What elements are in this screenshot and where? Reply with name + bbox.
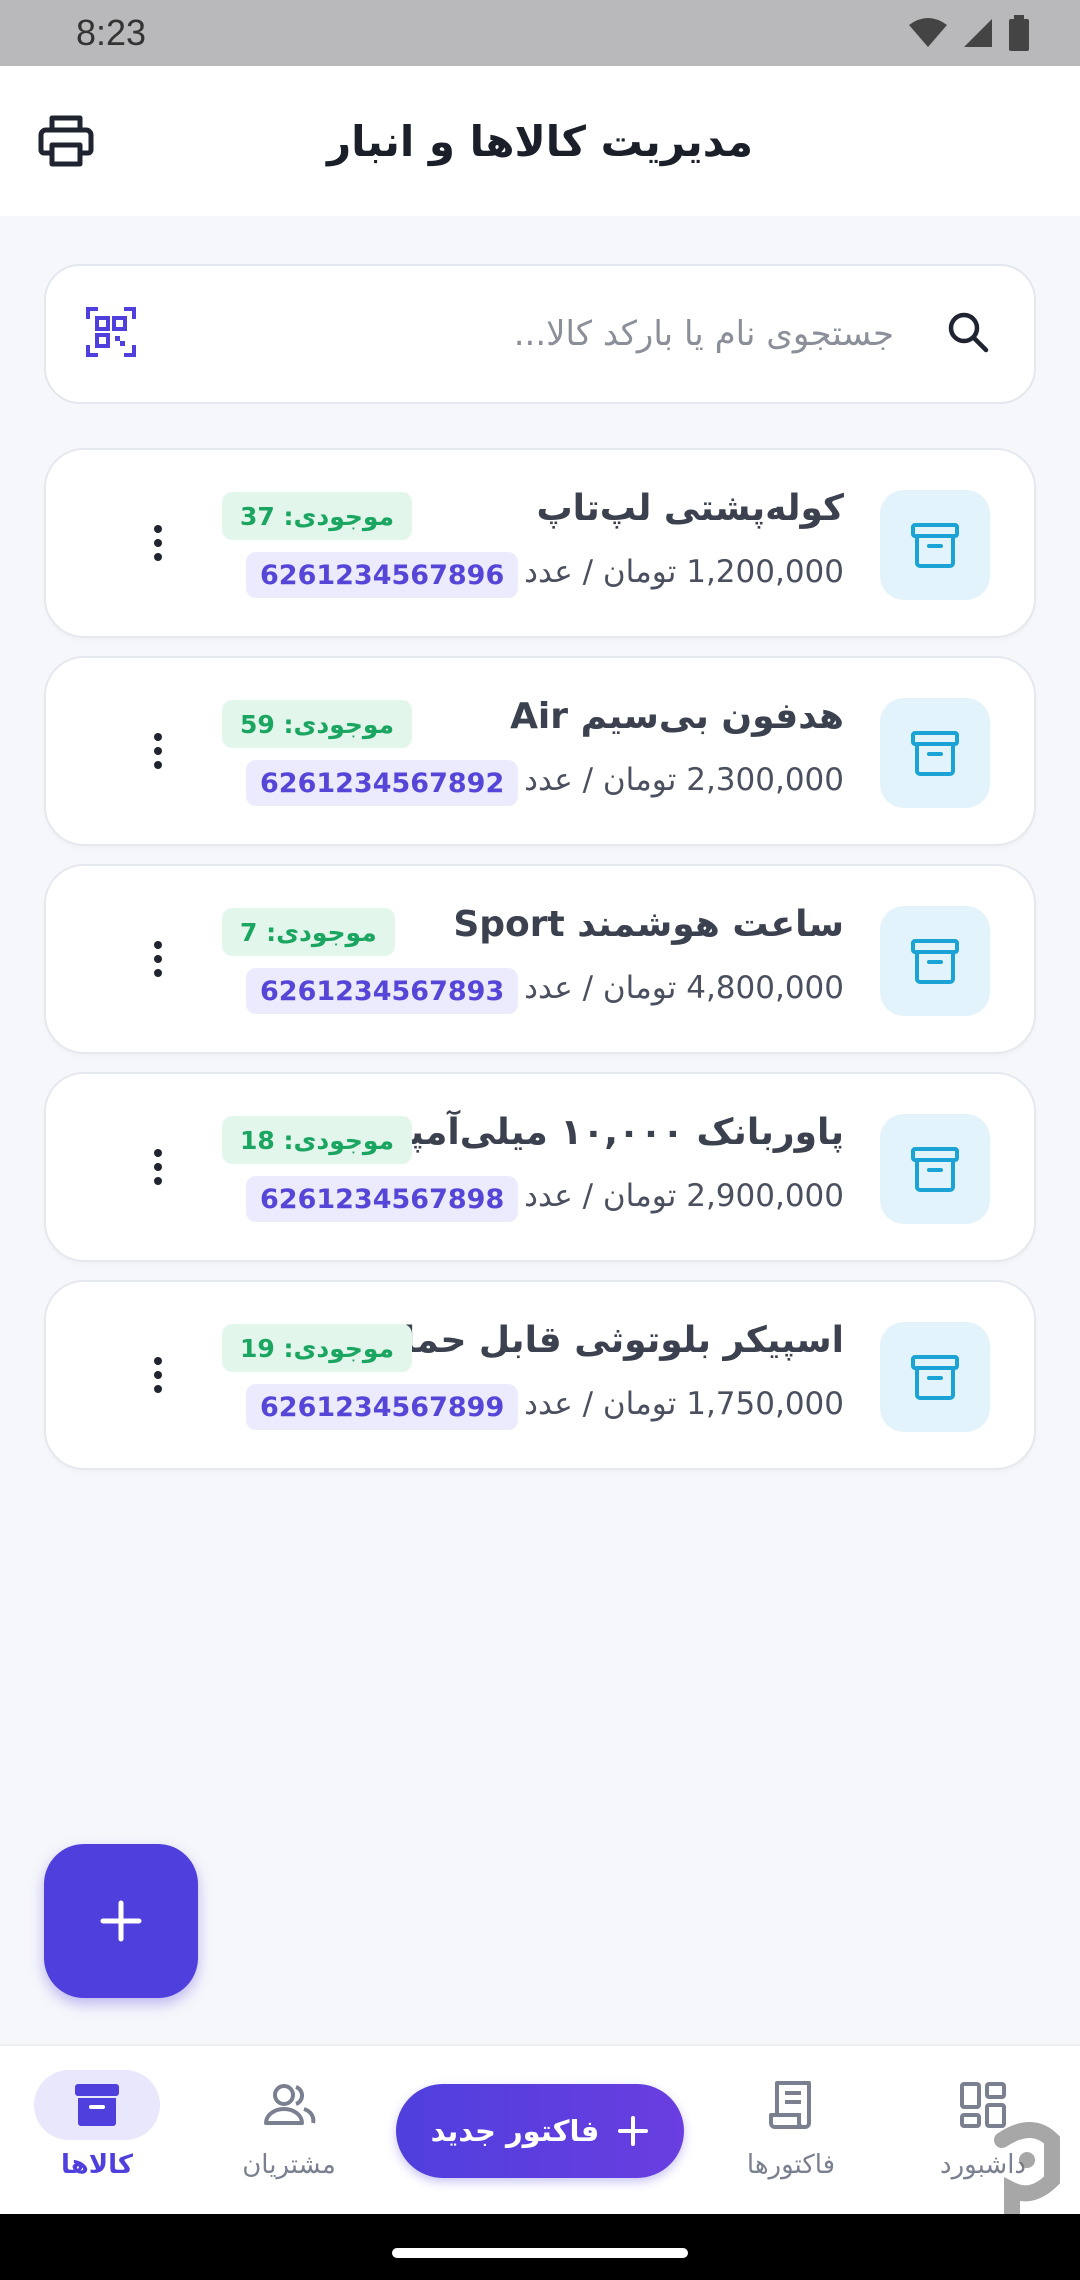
barcode-badge: 6261234567893 bbox=[246, 968, 519, 1014]
users-icon bbox=[264, 2084, 316, 2125]
stock-badge: موجودی: 19 bbox=[222, 1324, 413, 1372]
product-name: پاوربانک ۱۰,۰۰۰ میلی‌آمپر bbox=[388, 1112, 844, 1153]
archive-box-icon bbox=[911, 731, 959, 776]
product-price: 2,900,000 تومان / عدد bbox=[524, 1178, 844, 1214]
product-name: اسپیکر بلوتوثی قابل حمل bbox=[384, 1320, 844, 1361]
more-vertical-icon bbox=[154, 1357, 162, 1365]
more-vertical-icon bbox=[154, 941, 162, 949]
bottom-navigation: کالاها مشتریان فاکتور جدید فاکتورها داشب… bbox=[0, 2044, 1080, 2214]
nav-item-products[interactable]: کالاها bbox=[12, 2070, 182, 2200]
more-vertical-icon bbox=[154, 733, 162, 741]
qr-scan-button[interactable] bbox=[86, 307, 136, 361]
product-card[interactable]: اسپیکر بلوتوثی قابل حمل موجودی: 19 1,750… bbox=[44, 1280, 1036, 1470]
system-navigation-bar bbox=[0, 2214, 1080, 2280]
product-price-line: 1,750,000 تومان / عدد • bbox=[486, 1386, 844, 1422]
printer-icon bbox=[38, 115, 94, 167]
nav-icon-container bbox=[226, 2070, 352, 2140]
more-options-button[interactable] bbox=[138, 929, 178, 989]
product-price-line: 4,800,000 تومان / عدد • bbox=[486, 970, 844, 1006]
product-price: 1,750,000 تومان / عدد bbox=[524, 1386, 844, 1422]
search-input[interactable] bbox=[196, 266, 894, 402]
print-button[interactable] bbox=[36, 111, 96, 171]
product-name: ساعت هوشمند Sport bbox=[453, 904, 844, 945]
search-icon bbox=[946, 310, 990, 358]
archive-box-icon bbox=[75, 2084, 119, 2126]
product-name: هدفون بی‌سیم Air bbox=[510, 696, 844, 737]
stock-badge: موجودی: 7 bbox=[222, 908, 395, 956]
home-gesture-handle[interactable] bbox=[392, 2248, 688, 2258]
product-card[interactable]: ساعت هوشمند Sport موجودی: 7 4,800,000 تو… bbox=[44, 864, 1036, 1054]
more-options-button[interactable] bbox=[138, 721, 178, 781]
status-time: 8:23 bbox=[76, 12, 147, 53]
product-thumbnail bbox=[880, 1322, 990, 1432]
more-vertical-icon bbox=[154, 1149, 162, 1157]
more-vertical-icon bbox=[154, 525, 162, 533]
battery-icon bbox=[1009, 15, 1029, 51]
product-card[interactable]: هدفون بی‌سیم Air موجودی: 59 2,300,000 تو… bbox=[44, 656, 1036, 846]
product-thumbnail bbox=[880, 906, 990, 1016]
status-icons bbox=[908, 15, 1030, 51]
qr-scan-icon bbox=[86, 307, 136, 357]
nav-label-products: کالاها bbox=[60, 2150, 134, 2180]
archive-box-icon bbox=[911, 523, 959, 568]
product-thumbnail bbox=[880, 698, 990, 808]
product-thumbnail bbox=[880, 1114, 990, 1224]
stock-badge: موجودی: 59 bbox=[222, 700, 413, 748]
product-price: 1,200,000 تومان / عدد bbox=[524, 554, 844, 590]
product-price-line: 2,300,000 تومان / عدد • bbox=[486, 762, 844, 798]
product-card[interactable]: پاوربانک ۱۰,۰۰۰ میلی‌آمپر موجودی: 18 2,9… bbox=[44, 1072, 1036, 1262]
product-name: کوله‌پشتی لپ‌تاپ bbox=[536, 488, 845, 529]
wifi-icon bbox=[909, 18, 947, 47]
more-options-button[interactable] bbox=[138, 1137, 178, 1197]
new-invoice-button[interactable]: فاکتور جدید bbox=[396, 2084, 684, 2178]
receipt-icon bbox=[769, 2081, 811, 2129]
product-price: 2,300,000 تومان / عدد bbox=[524, 762, 844, 798]
product-price: 4,800,000 تومان / عدد bbox=[524, 970, 844, 1006]
archive-box-icon bbox=[911, 1355, 959, 1400]
product-card[interactable]: کوله‌پشتی لپ‌تاپ موجودی: 37 1,200,000 تو… bbox=[44, 448, 1036, 638]
product-list: کوله‌پشتی لپ‌تاپ موجودی: 37 1,200,000 تو… bbox=[44, 448, 1036, 1488]
nav-icon-container bbox=[34, 2070, 160, 2140]
archive-box-icon bbox=[911, 1147, 959, 1192]
more-options-button[interactable] bbox=[138, 1345, 178, 1405]
barcode-badge: 6261234567899 bbox=[246, 1384, 519, 1430]
more-options-button[interactable] bbox=[138, 513, 178, 573]
new-invoice-label: فاکتور جدید bbox=[430, 2114, 600, 2148]
stock-badge: موجودی: 18 bbox=[222, 1116, 413, 1164]
stock-badge: موجودی: 37 bbox=[222, 492, 413, 540]
barcode-badge: 6261234567892 bbox=[246, 760, 519, 806]
archive-box-icon bbox=[911, 939, 959, 984]
search-bar bbox=[44, 264, 1036, 404]
product-thumbnail bbox=[880, 490, 990, 600]
cellular-signal-icon bbox=[964, 19, 992, 47]
product-price-line: 1,200,000 تومان / عدد • bbox=[486, 554, 844, 590]
barcode-badge: 6261234567896 bbox=[246, 552, 519, 598]
page-title: مدیریت کالاها و انبار bbox=[327, 116, 753, 166]
nav-icon-container bbox=[728, 2070, 854, 2140]
app-bar: مدیریت کالاها و انبار bbox=[0, 66, 1080, 216]
barcode-badge: 6261234567898 bbox=[246, 1176, 519, 1222]
product-price-line: 2,900,000 تومان / عدد • bbox=[486, 1178, 844, 1214]
add-product-button[interactable] bbox=[44, 1844, 198, 1998]
nav-label-invoices: فاکتورها bbox=[746, 2150, 836, 2180]
status-bar: 8:23 bbox=[0, 0, 1080, 66]
plus-icon bbox=[100, 1900, 142, 1942]
plus-icon bbox=[618, 2116, 649, 2146]
nav-item-invoices[interactable]: فاکتورها bbox=[706, 2070, 876, 2200]
nav-label-customers: مشتریان bbox=[242, 2150, 336, 2180]
nav-item-customers[interactable]: مشتریان bbox=[204, 2070, 374, 2200]
